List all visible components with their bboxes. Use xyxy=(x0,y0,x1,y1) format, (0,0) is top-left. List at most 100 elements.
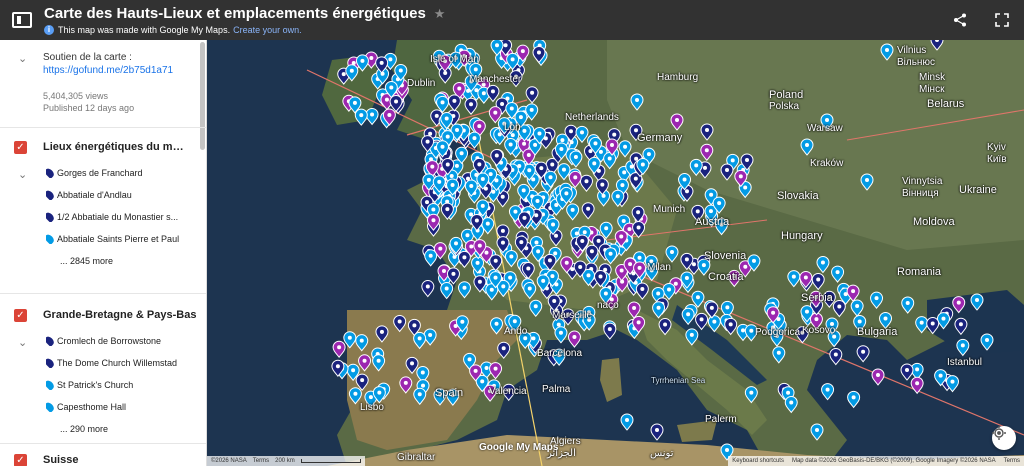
map-marker[interactable] xyxy=(850,299,864,317)
map-marker[interactable] xyxy=(575,125,589,144)
chevron-down-icon[interactable]: ⌄ xyxy=(18,336,27,349)
map-marker[interactable] xyxy=(355,334,369,352)
map-marker[interactable] xyxy=(829,348,843,366)
map-marker[interactable] xyxy=(926,317,940,335)
map-marker[interactable] xyxy=(399,376,413,394)
map-marker[interactable] xyxy=(343,331,357,349)
map-marker[interactable] xyxy=(816,255,830,274)
map-marker[interactable] xyxy=(581,202,595,220)
map-marker[interactable] xyxy=(900,363,914,381)
map-marker[interactable] xyxy=(464,97,478,116)
map-marker[interactable] xyxy=(413,331,427,350)
map-marker[interactable] xyxy=(489,362,503,380)
map-marker[interactable] xyxy=(355,54,369,72)
map-icon[interactable] xyxy=(12,12,32,28)
map-marker[interactable] xyxy=(915,316,929,334)
chevron-down-icon[interactable]: ⌄ xyxy=(18,52,27,65)
map-marker[interactable] xyxy=(811,272,825,291)
map-marker[interactable] xyxy=(670,113,684,131)
list-item[interactable]: St Patrick's Church xyxy=(46,380,196,390)
map-marker[interactable] xyxy=(787,270,801,288)
map-marker[interactable] xyxy=(847,390,861,409)
map-marker[interactable] xyxy=(332,340,346,359)
map-marker[interactable] xyxy=(618,140,632,158)
layer-checkbox[interactable]: ✓ xyxy=(14,141,27,154)
map-canvas[interactable]: Vilnius Вільнюс Minsk Мінск Belarus Hamb… xyxy=(207,40,1024,466)
map-marker[interactable] xyxy=(567,330,581,348)
map-marker[interactable] xyxy=(603,152,617,170)
layer-title[interactable]: Suisse xyxy=(43,454,188,466)
map-marker[interactable] xyxy=(354,108,368,126)
create-your-own-link[interactable]: Create your own. xyxy=(233,25,302,36)
list-item[interactable]: Abbatiale Saints Pierre et Paul xyxy=(46,234,196,244)
map-markers[interactable] xyxy=(207,40,1024,466)
map-marker[interactable] xyxy=(810,423,824,441)
map-marker[interactable] xyxy=(695,312,709,331)
map-marker[interactable] xyxy=(980,333,994,351)
map-marker[interactable] xyxy=(457,250,471,269)
map-marker[interactable] xyxy=(870,291,884,309)
map-marker[interactable] xyxy=(457,281,471,299)
map-marker[interactable] xyxy=(489,254,503,272)
map-marker[interactable] xyxy=(936,312,950,330)
map-marker[interactable] xyxy=(554,326,568,344)
map-marker[interactable] xyxy=(662,282,676,301)
footer-terms[interactable]: Terms xyxy=(1004,458,1020,464)
list-item[interactable]: The Dome Church Willemstad xyxy=(46,358,196,368)
google-my-maps-logo[interactable]: Google My Maps xyxy=(479,442,558,453)
map-marker[interactable] xyxy=(856,345,870,363)
map-marker[interactable] xyxy=(358,354,372,372)
map-marker[interactable] xyxy=(620,413,634,431)
layer-checkbox[interactable]: ✓ xyxy=(14,454,27,466)
map-marker[interactable] xyxy=(486,84,500,103)
map-marker[interactable] xyxy=(497,341,511,359)
map-marker[interactable] xyxy=(523,281,537,300)
layer-title[interactable]: Lieux énergétiques du mon... xyxy=(43,141,188,153)
locate-icon[interactable] xyxy=(992,426,1016,450)
map-marker[interactable] xyxy=(566,203,580,221)
list-item[interactable]: Cromlech de Borrowstone xyxy=(46,336,196,346)
more-link[interactable]: ... 290 more xyxy=(60,424,108,434)
map-marker[interactable] xyxy=(724,317,738,336)
share-icon[interactable] xyxy=(952,12,968,28)
map-marker[interactable] xyxy=(467,131,481,149)
map-marker[interactable] xyxy=(529,299,543,318)
map-marker[interactable] xyxy=(413,387,427,406)
map-marker[interactable] xyxy=(970,293,984,311)
map-marker[interactable] xyxy=(603,322,617,340)
map-marker[interactable] xyxy=(365,107,379,126)
list-item[interactable]: Abbatiale d'Andlau xyxy=(46,190,196,200)
map-marker[interactable] xyxy=(557,163,571,181)
map-marker[interactable] xyxy=(635,282,649,300)
map-marker[interactable] xyxy=(681,307,695,326)
map-marker[interactable] xyxy=(700,143,714,162)
map-marker[interactable] xyxy=(871,368,885,386)
map-marker[interactable] xyxy=(652,301,666,319)
map-marker[interactable] xyxy=(447,94,461,112)
map-marker[interactable] xyxy=(901,296,915,314)
map-marker[interactable] xyxy=(650,423,664,441)
map-marker[interactable] xyxy=(405,356,419,375)
map-marker[interactable] xyxy=(821,383,835,401)
map-marker[interactable] xyxy=(627,301,641,319)
map-marker[interactable] xyxy=(490,317,504,335)
map-marker[interactable] xyxy=(630,93,644,111)
chevron-down-icon[interactable]: ⌄ xyxy=(18,168,27,181)
map-marker[interactable] xyxy=(880,43,894,61)
list-item[interactable]: Capesthome Hall xyxy=(46,402,196,412)
map-marker[interactable] xyxy=(685,328,699,346)
map-marker[interactable] xyxy=(579,174,593,192)
map-marker[interactable] xyxy=(831,265,845,283)
map-marker[interactable] xyxy=(784,395,798,414)
map-marker[interactable] xyxy=(689,158,703,177)
map-marker[interactable] xyxy=(440,281,454,300)
map-marker[interactable] xyxy=(665,245,679,263)
map-marker[interactable] xyxy=(832,300,846,318)
map-marker[interactable] xyxy=(568,170,582,189)
layer-checkbox[interactable]: ✓ xyxy=(14,309,27,322)
map-marker[interactable] xyxy=(604,247,618,265)
map-marker[interactable] xyxy=(632,220,646,239)
map-marker[interactable] xyxy=(372,354,386,372)
map-marker[interactable] xyxy=(860,173,874,191)
map-marker[interactable] xyxy=(956,338,970,357)
